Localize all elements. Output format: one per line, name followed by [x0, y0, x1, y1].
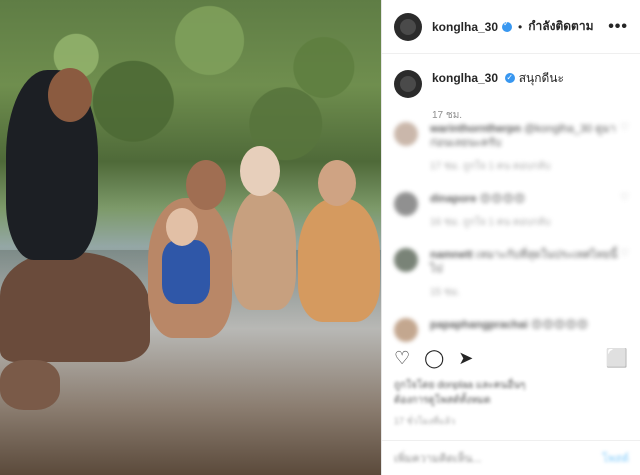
post-comment-button[interactable]: โพสต์ [602, 449, 629, 467]
comments-list: warinthorntherpn @konglha_30 ดูมาก่อนเลย… [382, 122, 640, 360]
comment-username[interactable]: papaphangprachai [430, 319, 528, 331]
person-head [318, 160, 356, 206]
separator: • [518, 19, 523, 34]
comment-like-icon[interactable]: ♡ [620, 248, 629, 300]
person [232, 190, 296, 310]
person-head [48, 68, 92, 122]
likes-summary-secondary[interactable]: ต้องการดูโพสต์ทั้งหมด [394, 393, 491, 408]
caption-text: สนุกดีนะ [518, 71, 564, 85]
post-timestamp: 17 ชั่วโมงที่แล้ว [394, 416, 456, 426]
add-comment-input[interactable]: เพิ่มความคิดเห็น... [394, 449, 481, 467]
comment-body: dinapore 😍😍😍😍 16 ชม. ถูกใจ 1 คน ตอบกลับ [430, 192, 551, 230]
person [298, 198, 380, 322]
profile-avatar[interactable] [394, 12, 422, 41]
comment-username[interactable]: warinthorntherpn [430, 123, 521, 135]
verified-badge-icon [505, 70, 516, 86]
like-icon[interactable]: ♡ [394, 348, 410, 369]
comment-body: namnett เหมาะกับที่สุดในประเทศไทยนี้ไป 1… [430, 248, 620, 300]
comment-avatar[interactable] [394, 248, 418, 272]
more-options-icon[interactable]: ••• [608, 18, 628, 36]
comment-text: 😍😍😍😍😍 [530, 319, 589, 331]
caption-time: 17 ชม. [432, 110, 463, 121]
comment-item: warinthorntherpn @konglha_30 ดูมาก่อนเลย… [382, 122, 640, 174]
comment-meta: 15 ชม. [430, 287, 461, 298]
person-head [186, 160, 226, 210]
instagram-post-view: konglha_30 • กำลังติดตาม ••• konglha_30 … [0, 0, 640, 475]
verified-badge-icon [502, 19, 513, 32]
comment-avatar[interactable] [394, 318, 418, 342]
caption-text-block: konglha_30 สนุกดีนะ [432, 70, 564, 98]
caption-avatar[interactable] [394, 70, 422, 98]
share-icon[interactable]: ➤ [458, 348, 473, 369]
comment-username[interactable]: dinapore [430, 193, 476, 205]
comment-meta: 17 ชม. ถูกใจ 1 คน ตอบกลับ [430, 161, 551, 172]
child [162, 240, 210, 304]
comment-body: papaphangprachai 😍😍😍😍😍 [430, 318, 588, 342]
child-head [166, 208, 198, 246]
post-photo[interactable] [0, 0, 381, 475]
comment-item: dinapore 😍😍😍😍 16 ชม. ถูกใจ 1 คน ตอบกลับ … [382, 192, 640, 230]
comment-like-icon[interactable]: ♡ [620, 192, 629, 230]
comment-like-icon[interactable]: ♡ [620, 122, 629, 174]
caption-username[interactable]: konglha_30 [432, 71, 498, 85]
comment-text: 😍😍😍😍 [479, 193, 526, 205]
post-header: konglha_30 • กำลังติดตาม ••• [382, 0, 640, 54]
person-head [240, 146, 280, 196]
rock [0, 252, 150, 362]
save-icon[interactable]: ⬜ [606, 348, 628, 369]
comment-item: papaphangprachai 😍😍😍😍😍 [382, 318, 640, 342]
profile-username[interactable]: konglha_30 [432, 20, 498, 34]
rock [0, 360, 60, 410]
comment-username[interactable]: namnett [430, 249, 473, 261]
post-actions: ♡ ◯ ➤ [394, 348, 473, 369]
comment-icon[interactable]: ◯ [424, 348, 444, 369]
comment-avatar[interactable] [394, 122, 418, 146]
comment-meta: 16 ชม. ถูกใจ 1 คน ตอบกลับ [430, 217, 551, 228]
likes-summary[interactable]: ถูกใจโดย donplaa และคนอื่นๆ [394, 378, 525, 393]
post-side-panel: konglha_30 • กำลังติดตาม ••• konglha_30 … [381, 0, 640, 475]
caption-row: konglha_30 สนุกดีนะ [382, 54, 640, 98]
following-button[interactable]: กำลังติดตาม [528, 17, 593, 36]
add-comment-bar: เพิ่มความคิดเห็น... โพสต์ [382, 440, 640, 475]
comment-avatar[interactable] [394, 192, 418, 216]
comment-item: namnett เหมาะกับที่สุดในประเทศไทยนี้ไป 1… [382, 248, 640, 300]
comment-body: warinthorntherpn @konglha_30 ดูมาก่อนเลย… [430, 122, 620, 174]
